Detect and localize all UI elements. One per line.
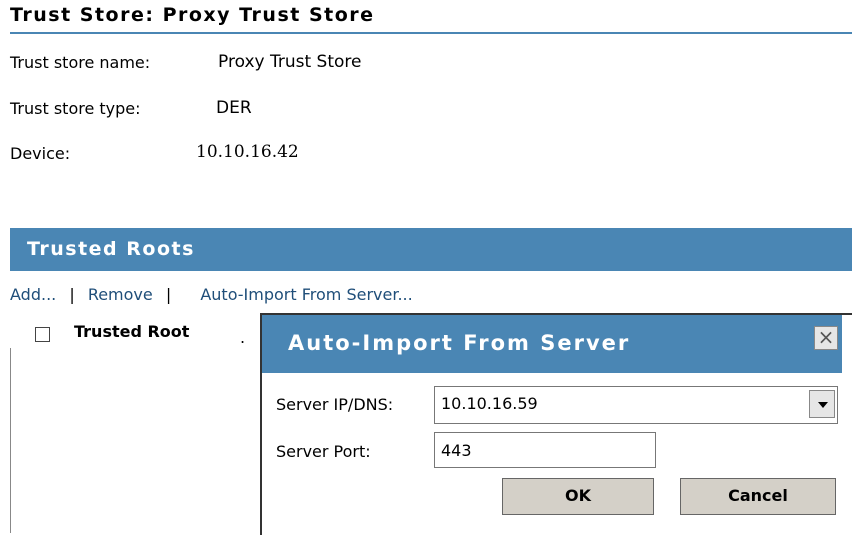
server-port-label: Server Port: (276, 442, 371, 461)
trust-store-name-value: Proxy Trust Store (218, 52, 362, 72)
server-ip-value: 10.10.16.59 (441, 394, 538, 413)
trusted-roots-title: Trusted Roots (27, 238, 195, 260)
trust-store-type-value: DER (216, 98, 252, 118)
title-divider (10, 32, 852, 34)
add-link[interactable]: Add... (10, 285, 56, 304)
trusted-roots-actions: Add... | Remove | Auto-Import From Serve… (10, 285, 413, 304)
server-port-input[interactable] (434, 432, 656, 468)
column-marker: . (240, 328, 246, 347)
action-separator: | (69, 285, 75, 304)
dialog-titlebar[interactable]: Auto-Import From Server × (262, 315, 842, 373)
action-separator: | (165, 285, 172, 304)
auto-import-link[interactable]: Auto-Import From Server... (200, 285, 412, 304)
dialog-title: Auto-Import From Server (288, 331, 631, 355)
page-title: Trust Store: Proxy Trust Store (10, 4, 375, 26)
trusted-root-column-header[interactable]: Trusted Root (74, 322, 189, 341)
remove-link[interactable]: Remove (88, 285, 153, 304)
table-left-border (10, 348, 11, 533)
cancel-button[interactable]: Cancel (680, 478, 836, 515)
select-all-checkbox[interactable] (35, 327, 50, 342)
trusted-roots-header: Trusted Roots (10, 228, 852, 271)
ok-button[interactable]: OK (502, 478, 654, 515)
device-value: 10.10.16.42 (196, 142, 299, 162)
chevron-down-icon[interactable] (809, 390, 835, 418)
server-ip-label: Server IP/DNS: (276, 395, 394, 414)
auto-import-dialog: Auto-Import From Server × Server IP/DNS:… (260, 313, 852, 535)
trust-store-type-label: Trust store type: (10, 99, 141, 118)
close-icon[interactable]: × (814, 326, 838, 350)
server-ip-dropdown[interactable]: 10.10.16.59 (434, 386, 838, 424)
device-label: Device: (10, 144, 71, 163)
trust-store-name-label: Trust store name: (10, 53, 151, 72)
